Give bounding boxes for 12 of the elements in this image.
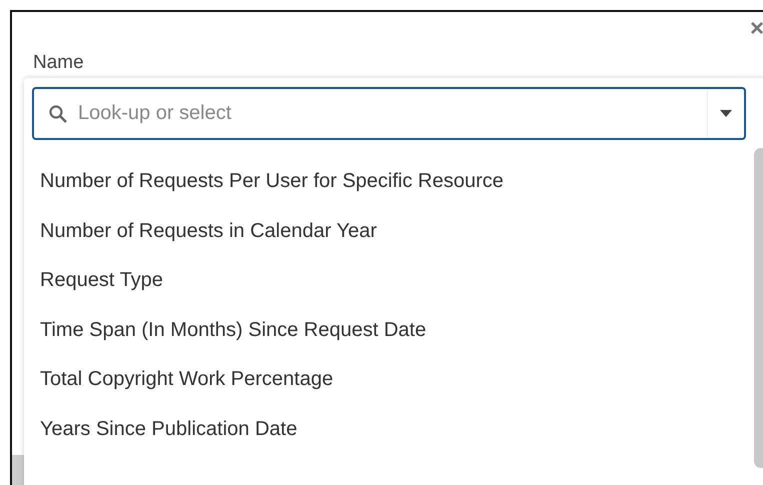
caret-icon[interactable] (720, 110, 732, 117)
close-button[interactable]: × (750, 16, 763, 42)
lookup-combobox[interactable]: Look-up or select (32, 87, 746, 140)
dropdown-option[interactable]: Total Copyright Work Percentage (24, 362, 754, 412)
dropdown-option[interactable]: Number of Requests in Calendar Year (24, 214, 754, 263)
dropdown-option[interactable]: Time Span (In Months) Since Request Date (24, 312, 754, 362)
field-label: Name (33, 52, 84, 74)
dropdown-option[interactable]: Years Since Publication Date (24, 412, 754, 461)
dropdown-option[interactable]: Number of Requests Per User for Specific Resource (24, 164, 754, 214)
search-icon (48, 104, 68, 124)
dropdown-option[interactable]: Request Type (24, 263, 754, 312)
search-input[interactable]: Look-up or select (76, 101, 707, 126)
